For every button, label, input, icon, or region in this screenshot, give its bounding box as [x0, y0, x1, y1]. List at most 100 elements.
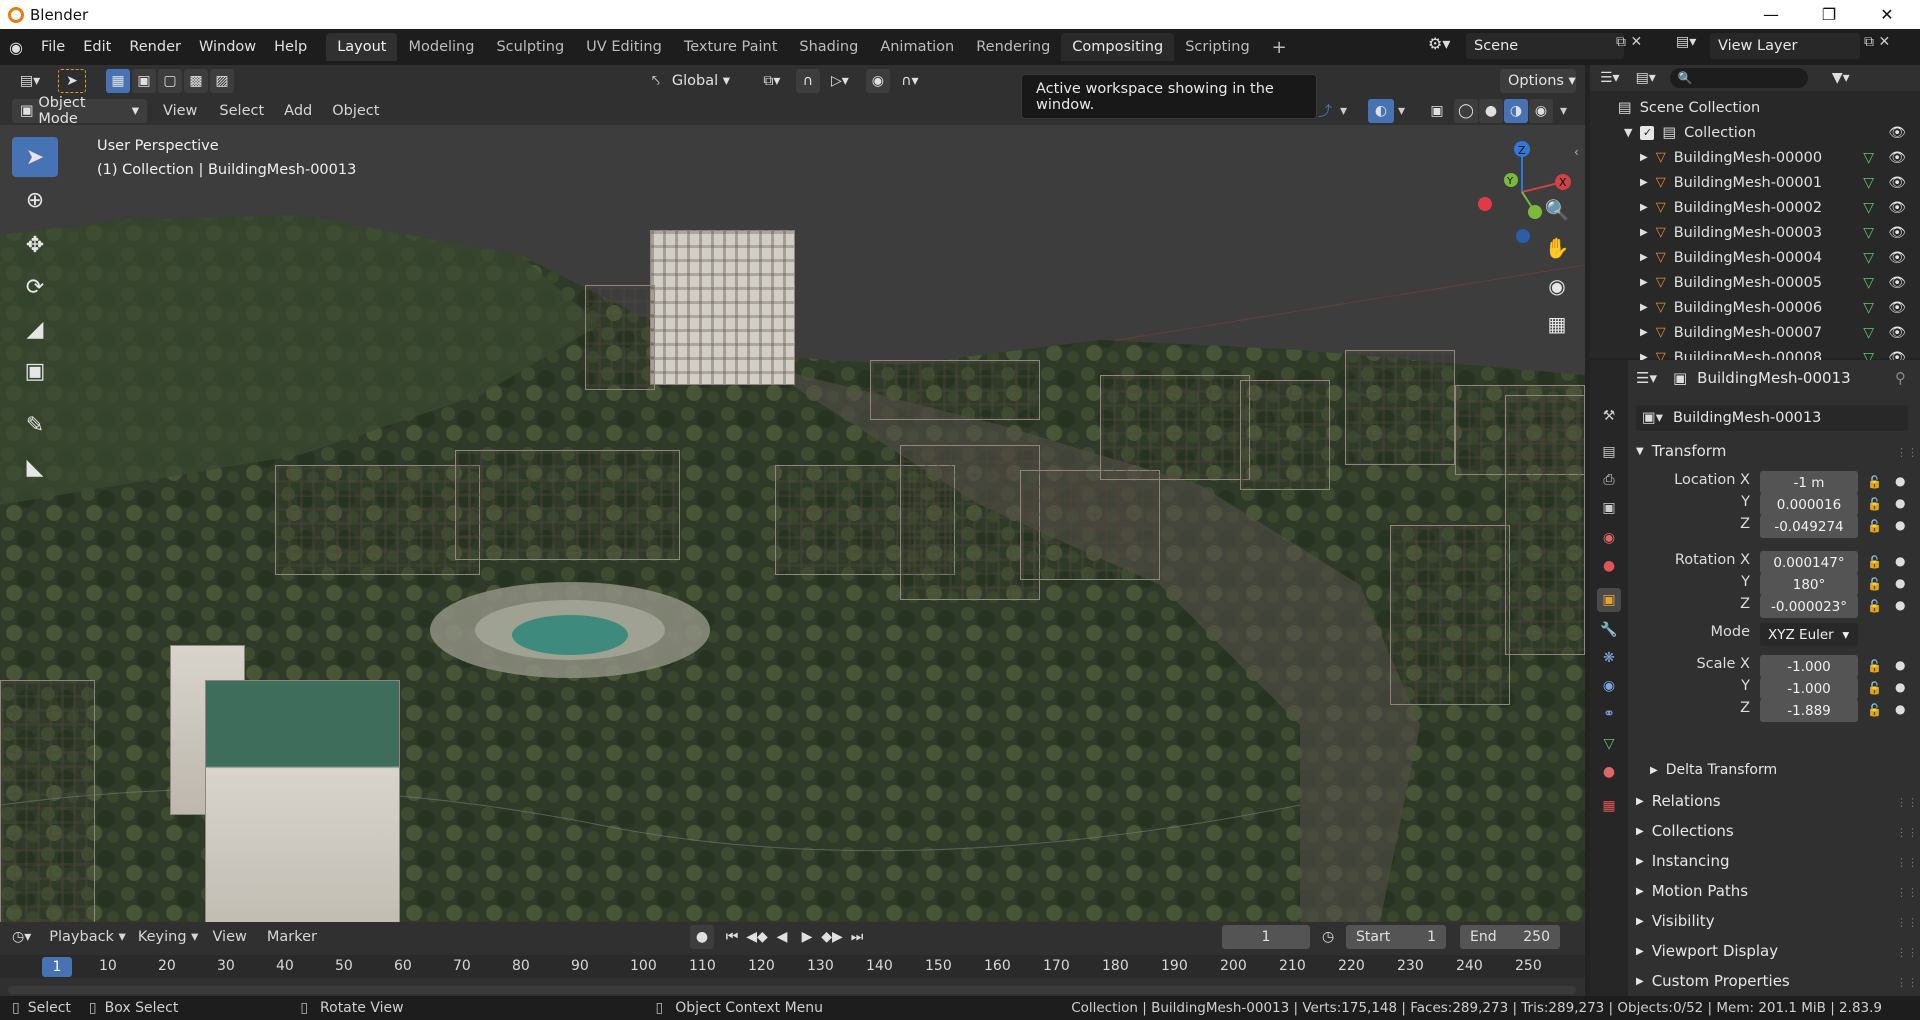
proportional-edit-icon[interactable]: ◉ — [865, 68, 890, 93]
properties-section-viewport-display[interactable]: ▶ Viewport Display — [1636, 942, 1778, 960]
keyframe-dot-icon[interactable]: ● — [1895, 496, 1905, 510]
outliner-item[interactable]: ▶ ▽ BuildingMesh-00000 ▽ 👁 — [1590, 145, 1920, 170]
object-tab-icon[interactable]: ▣ — [1597, 588, 1621, 612]
next-keyframe-icon[interactable]: ◆▶ — [820, 925, 844, 949]
properties-section-instancing[interactable]: ▶ Instancing — [1636, 852, 1729, 870]
properties-section-motion-paths[interactable]: ▶ Motion Paths — [1636, 882, 1748, 900]
texture-tab-icon[interactable]: ▦ — [1597, 794, 1621, 818]
menu-help[interactable]: Help — [265, 39, 316, 55]
falloff-icon[interactable]: ∩▾ — [892, 69, 928, 93]
menu-view[interactable]: View — [163, 103, 197, 119]
xray-icon[interactable]: ▣ — [1424, 99, 1450, 123]
outliner-item[interactable]: ▶ ▽ BuildingMesh-00002 ▽ 👁 — [1590, 195, 1920, 220]
tab-animation[interactable]: Animation — [869, 33, 965, 61]
playhead[interactable]: 1 — [42, 957, 72, 977]
lock-icon[interactable]: 🔓 — [1867, 703, 1882, 717]
properties-section-relations[interactable]: ▶ Relations — [1636, 792, 1721, 810]
select-invert-icon[interactable]: ▩ — [184, 68, 208, 93]
tab-rendering[interactable]: Rendering — [965, 33, 1061, 61]
zoom-icon[interactable]: 🔍 — [1540, 193, 1574, 227]
outliner-search-input[interactable]: 🔍 — [1669, 68, 1808, 88]
render-tab-icon[interactable]: ▤ — [1597, 440, 1621, 464]
scale-y-field[interactable]: -1.000 — [1760, 677, 1858, 700]
transform-orientation-dropdown[interactable]: Global ▾ — [664, 69, 748, 93]
material-shading-icon[interactable]: ◑ — [1504, 98, 1528, 123]
menu-file[interactable]: File — [32, 39, 74, 55]
current-frame-field[interactable]: 1 — [1222, 925, 1310, 949]
tab-shading[interactable]: Shading — [788, 33, 869, 61]
menu-edit[interactable]: Edit — [74, 39, 120, 55]
camera-view-icon[interactable]: ◉ — [1540, 269, 1574, 303]
view-layer-icon[interactable]: ▤▾ — [1676, 34, 1696, 50]
drag-handle-icon[interactable]: ⋮⋮ — [1896, 856, 1918, 869]
scene-tab-icon[interactable]: ◉ — [1597, 526, 1621, 550]
rotation-z-field[interactable]: -0.000023° — [1760, 595, 1858, 618]
properties-section-custom-properties[interactable]: ▶ Custom Properties — [1636, 972, 1790, 990]
menu-select[interactable]: Select — [219, 103, 264, 119]
location-x-field[interactable]: -1 m — [1760, 471, 1858, 494]
visibility-eye-icon[interactable]: 👁 — [1888, 175, 1906, 191]
mesh-data-icon[interactable]: ▽ — [1863, 175, 1874, 191]
keyframe-dot-icon[interactable]: ● — [1895, 702, 1905, 716]
tab-sculpting[interactable]: Sculpting — [485, 33, 575, 61]
rotation-x-field[interactable]: 0.000147° — [1760, 551, 1858, 574]
expand-icon[interactable]: ▼ — [1624, 126, 1632, 139]
keying-menu[interactable]: Keying ▾ — [138, 929, 199, 945]
overlays-dropdown-icon[interactable]: ▾ — [1398, 103, 1405, 119]
pan-hand-icon[interactable]: ✋ — [1540, 231, 1574, 265]
rendered-shading-icon[interactable]: ◉ — [1529, 98, 1553, 123]
expand-icon[interactable]: ▶ — [1640, 327, 1648, 338]
record-icon[interactable]: ● — [690, 925, 714, 949]
maximize-icon[interactable]: ❐ — [1800, 0, 1858, 29]
expand-icon[interactable]: ▶ — [1640, 202, 1648, 213]
expand-icon[interactable]: ▶ — [1640, 302, 1648, 313]
expand-icon[interactable]: ▶ — [1640, 277, 1648, 288]
keyframe-dot-icon[interactable]: ● — [1895, 658, 1905, 672]
visibility-eye-icon[interactable]: 👁 — [1888, 275, 1906, 291]
expand-icon[interactable]: ▶ — [1640, 177, 1648, 188]
transform-section-header[interactable]: ▼ Transform — [1636, 442, 1726, 460]
tab-layout[interactable]: Layout — [326, 33, 398, 61]
tab-compositing[interactable]: Compositing — [1061, 33, 1175, 61]
keyframe-dot-icon[interactable]: ● — [1895, 554, 1905, 568]
material-tab-icon[interactable]: ● — [1597, 760, 1621, 784]
drag-handle-icon[interactable]: ⋮⋮ — [1896, 946, 1918, 959]
tab-uv-editing[interactable]: UV Editing — [575, 33, 673, 61]
expand-icon[interactable]: ▶ — [1640, 152, 1648, 163]
tab-texture-paint[interactable]: Texture Paint — [673, 33, 789, 61]
lock-icon[interactable]: 🔓 — [1867, 475, 1882, 489]
filter-icon[interactable]: ▼▾ — [1832, 70, 1850, 86]
physics-tab-icon[interactable]: ◉ — [1597, 674, 1621, 698]
keyframe-dot-icon[interactable]: ● — [1895, 576, 1905, 590]
outliner-item[interactable]: ▶ ▽ BuildingMesh-00007 ▽ 👁 — [1590, 320, 1920, 345]
wireframe-shading-icon[interactable]: ◯ — [1454, 98, 1478, 123]
mesh-data-icon[interactable]: ▽ — [1863, 300, 1874, 316]
blender-menu-icon[interactable]: ◉ — [0, 38, 32, 57]
select-subtract-icon[interactable]: ▢ — [158, 68, 182, 93]
overlays-icon[interactable]: ◐ — [1368, 98, 1394, 123]
new-scene-icon[interactable]: ⧉ ✕ — [1616, 34, 1642, 50]
rotation-y-field[interactable]: 180° — [1760, 573, 1858, 596]
menu-object[interactable]: Object — [332, 103, 379, 119]
tweak-tool-icon[interactable]: ➤ — [58, 68, 86, 93]
lock-icon[interactable]: 🔓 — [1867, 497, 1882, 511]
keyframe-dot-icon[interactable]: ● — [1895, 680, 1905, 694]
end-frame-field[interactable]: End 250 — [1460, 925, 1560, 949]
visibility-eye-icon[interactable]: 👁 — [1888, 125, 1906, 141]
play-icon[interactable]: ▶ — [795, 925, 819, 949]
drag-handle-icon[interactable]: ⋮⋮ — [1896, 886, 1918, 899]
outliner-item[interactable]: ▶ ▽ BuildingMesh-00006 ▽ 👁 — [1590, 295, 1920, 320]
view-layer-selector[interactable]: View Layer — [1710, 33, 1860, 59]
annotate-tool-icon[interactable]: ✎ — [12, 405, 58, 445]
mesh-data-icon[interactable]: ▽ — [1863, 225, 1874, 241]
drag-handle-icon[interactable]: ⋮⋮ — [1896, 446, 1918, 459]
visibility-eye-icon[interactable]: 👁 — [1888, 150, 1906, 166]
outliner-editor-icon[interactable]: ☰▾ — [1600, 70, 1620, 86]
scene-selector[interactable]: Scene — [1466, 33, 1624, 59]
cursor-tool-icon[interactable]: ⊕ — [12, 180, 58, 220]
drag-handle-icon[interactable]: ⋮⋮ — [1896, 796, 1918, 809]
scene-browse-icon[interactable]: ⚙▾ — [1428, 34, 1450, 53]
ortho-grid-icon[interactable]: ▦ — [1540, 307, 1574, 341]
play-reverse-icon[interactable]: ◀ — [770, 925, 794, 949]
menu-window[interactable]: Window — [190, 39, 265, 55]
